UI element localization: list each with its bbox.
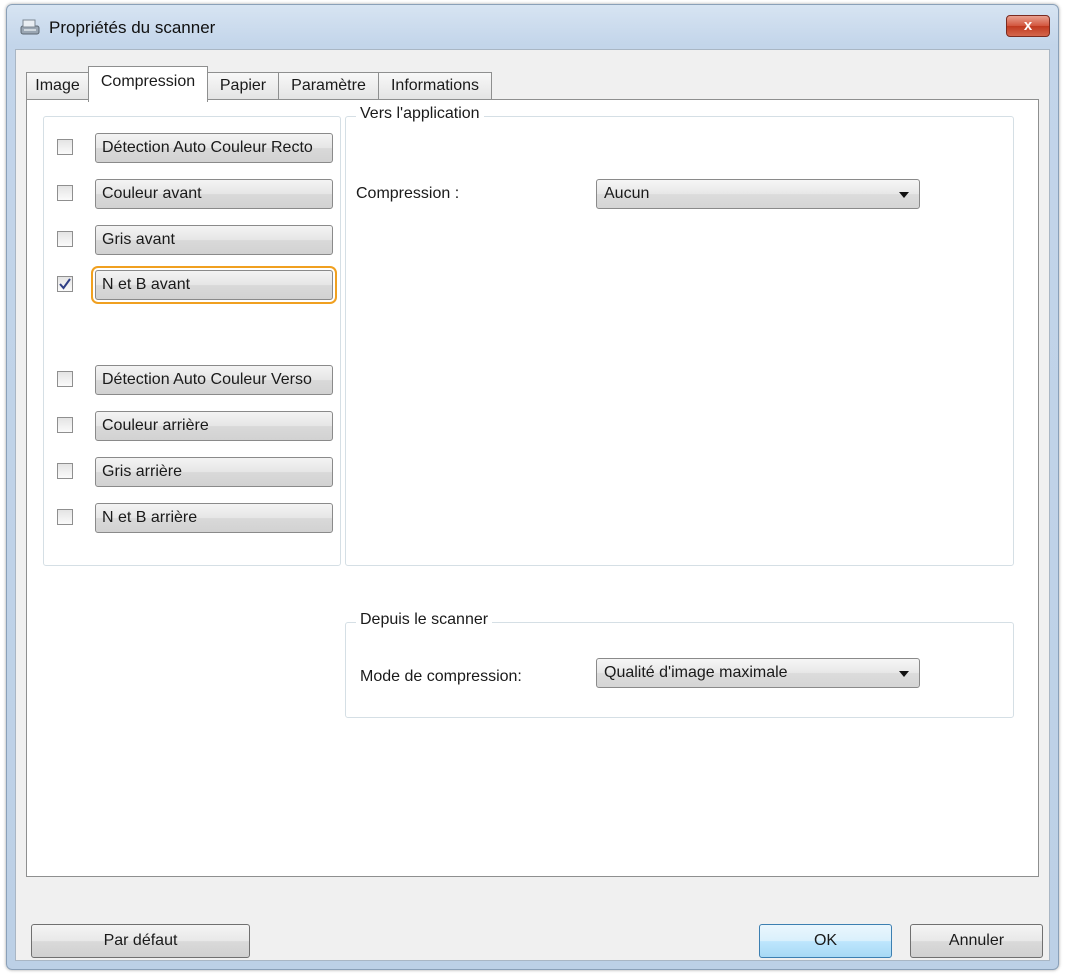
title-bar[interactable]: Propriétés du scanner x [7, 5, 1058, 49]
option-button-nb-avant[interactable]: N et B avant [95, 270, 333, 300]
chevron-down-icon [899, 671, 909, 677]
compression-mode-select-value: Qualité d'image maximale [604, 664, 788, 681]
option-row: N et B avant [44, 270, 342, 300]
scanner-icon [19, 17, 41, 37]
depuis-scanner-group: Depuis le scanner Mode de compression: Q… [345, 611, 1014, 718]
compression-mode-select[interactable]: Qualité d'image maximale [596, 658, 920, 688]
scanner-properties-window: Propriétés du scanner x Image Compressio… [6, 4, 1059, 970]
option-button-gris-arriere[interactable]: Gris arrière [95, 457, 333, 487]
vers-application-legend: Vers l'application [356, 105, 484, 123]
option-row: N et B arrière [44, 503, 342, 533]
image-type-group: Détection Auto Couleur Recto Couleur ava… [43, 116, 341, 566]
option-button-nb-arriere[interactable]: N et B arrière [95, 503, 333, 533]
tab-compression[interactable]: Compression [88, 66, 208, 102]
check-icon [59, 278, 71, 290]
tab-informations[interactable]: Informations [378, 72, 492, 100]
compression-panel: Détection Auto Couleur Recto Couleur ava… [26, 99, 1039, 877]
dialog-body: Image Compression Papier Paramètre Infor… [15, 49, 1050, 961]
compression-mode-label: Mode de compression: [360, 668, 522, 685]
option-row: Couleur avant [44, 179, 342, 209]
compression-select-value: Aucun [604, 185, 650, 202]
option-checkbox-nb-arriere[interactable] [57, 509, 73, 525]
option-checkbox-nb-avant[interactable] [57, 276, 73, 292]
option-checkbox-couleur-arriere[interactable] [57, 417, 73, 433]
option-row: Détection Auto Couleur Recto [44, 133, 342, 163]
close-button[interactable]: x [1006, 15, 1050, 37]
option-checkbox-gris-arriere[interactable] [57, 463, 73, 479]
option-button-couleur-arriere[interactable]: Couleur arrière [95, 411, 333, 441]
chevron-down-icon [899, 192, 909, 198]
option-checkbox-auto-recto[interactable] [57, 139, 73, 155]
compression-select[interactable]: Aucun [596, 179, 920, 209]
ok-button[interactable]: OK [759, 924, 892, 958]
option-button-auto-verso[interactable]: Détection Auto Couleur Verso [95, 365, 333, 395]
option-button-couleur-avant[interactable]: Couleur avant [95, 179, 333, 209]
option-button-gris-avant[interactable]: Gris avant [95, 225, 333, 255]
vers-application-group: Vers l'application Compression : Aucun [345, 105, 1014, 566]
option-checkbox-gris-avant[interactable] [57, 231, 73, 247]
option-checkbox-auto-verso[interactable] [57, 371, 73, 387]
option-row: Gris arrière [44, 457, 342, 487]
option-checkbox-couleur-avant[interactable] [57, 185, 73, 201]
compression-label: Compression : [356, 185, 460, 202]
window-title: Propriétés du scanner [49, 18, 216, 37]
option-row: Détection Auto Couleur Verso [44, 365, 342, 395]
option-button-auto-recto[interactable]: Détection Auto Couleur Recto [95, 133, 333, 163]
tab-papier[interactable]: Papier [207, 72, 279, 100]
option-row: Couleur arrière [44, 411, 342, 441]
default-button[interactable]: Par défaut [31, 924, 250, 958]
depuis-scanner-legend: Depuis le scanner [356, 611, 493, 629]
tab-image[interactable]: Image [26, 72, 89, 100]
option-row: Gris avant [44, 225, 342, 255]
cancel-button[interactable]: Annuler [910, 924, 1043, 958]
close-icon: x [1023, 17, 1033, 34]
tab-parametre[interactable]: Paramètre [278, 72, 379, 100]
